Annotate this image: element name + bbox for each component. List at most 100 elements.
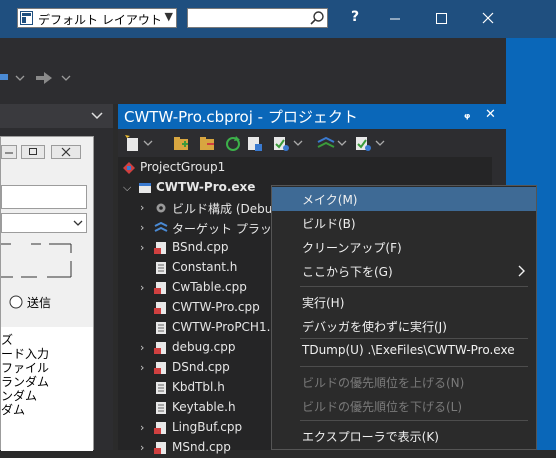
chevron-right-icon[interactable]: › [140,441,144,454]
menu-item-show-in-explorer[interactable]: エクスプローラで表示(K) [272,424,536,448]
tree-node-label: MSnd.cpp [172,440,231,454]
menu-item-make[interactable]: メイク(M) [272,187,536,211]
minimize-icon[interactable] [372,0,418,38]
remove-folder-icon [200,137,214,150]
menu-item-tdump[interactable]: TDump(U) .\ExeFiles\CWTW-Pro.exe [272,339,536,363]
layout-icon [20,11,33,25]
close-icon[interactable] [51,145,81,159]
help-button[interactable]: ? [348,9,362,27]
menu-separator [300,420,528,421]
chevron-right-icon[interactable]: › [140,281,144,294]
menu-item-lower-priority: ビルドの優先順位を下げる(L) [272,394,536,418]
cpp-file-icon [154,342,166,354]
tree-node-label: LingBuf.cpp [172,420,243,434]
menu-item-label: ビルドの優先順位を下げる(L) [302,400,463,414]
project-manager-title: CWTW-Pro.cbproj - プロジェクト [124,108,358,126]
form-designer: 送信 ズ ード入力 ファイル ランダム ンダム ダム [0,136,94,451]
menu-item-raise-priority: ビルドの優先順位を上げる(N) [272,370,536,394]
header-file-icon [156,402,166,414]
chevron-right-icon[interactable]: › [140,421,144,434]
chevron-down-icon [15,75,25,81]
tree-node-label: CWTW-Pro.exe [156,180,256,194]
project-group-icon [123,162,135,174]
tree-node-project-group[interactable]: ProjectGroup1 [118,158,506,178]
close-icon[interactable] [464,0,510,38]
cpp-file-icon [154,442,166,454]
form-group-box [1,243,72,278]
form-combobox[interactable] [1,213,87,233]
close-icon[interactable]: ✕ [485,107,496,122]
menu-item-label: ここから下を(G) [302,265,393,279]
chevron-down-icon [337,140,347,146]
chevron-down-icon[interactable]: ⌵ [123,181,131,195]
menu-item-label: TDump(U) .\ExeFiles\CWTW-Pro.exe [302,343,515,357]
chevron-right-icon[interactable]: › [140,361,144,374]
layout-select-value: デフォルト レイアウト [38,13,162,27]
menu-item-run-without-debugger[interactable]: デバッガを使わずに実行(J) [272,314,536,338]
maximize-icon[interactable] [21,145,45,159]
menu-item-label: エクスプローラで表示(K) [302,430,439,444]
menu-separator [300,286,528,287]
list-item: ダム [1,403,26,417]
form-list-box[interactable]: ズ ード入力 ファイル ランダム ンダム ダム [1,327,93,451]
cpp-file-icon [154,422,166,434]
tree-node-label: debug.cpp [172,340,236,354]
tree-node-label: ビルド構成 (Debug [172,202,280,216]
tree-node-label: CwTable.cpp [172,280,247,294]
tree-node-label: BSnd.cpp [172,240,229,254]
chevron-right-icon[interactable]: › [140,341,144,354]
options-icon [356,137,371,151]
tree-node-label: Keytable.h [172,400,236,414]
menu-item-clean[interactable]: クリーンアップ(F) [272,235,536,259]
search-input[interactable] [187,8,328,28]
minimize-icon[interactable] [1,145,17,159]
layout-select[interactable]: デフォルト レイアウト ▼ [17,8,177,28]
forward-arrow-icon [36,72,52,84]
chevron-down-icon [293,140,303,146]
platform-icon [154,221,168,232]
exe-project-icon [139,183,151,193]
tree-node-label: DSnd.cpp [172,360,230,374]
cpp-file-icon [154,362,166,374]
header-file-icon [156,322,166,334]
refresh-icon [226,136,240,151]
menu-item-run[interactable]: 実行(H) [272,290,536,314]
menu-item-label: デバッガを使わずに実行(J) [302,320,447,334]
ide-toolbar [0,38,556,104]
maximize-icon[interactable] [418,0,464,38]
tree-node-label: KbdTbl.h [172,380,225,394]
cpp-file-icon [154,242,166,254]
project-toolbar-buttons[interactable] [124,134,394,154]
chevron-down-icon[interactable] [90,110,104,122]
chevron-down-icon [143,140,153,146]
tree-node-label: CWTW-ProPCH1.h [172,320,279,334]
left-panel-header [0,104,113,128]
tree-node-label: CWTW-Pro.cpp [172,300,260,314]
menu-item-label: クリーンアップ(F) [302,241,402,255]
menu-item-label: メイク(M) [302,193,358,207]
form-radio-label: 送信 [27,296,52,310]
cpp-file-icon [154,302,166,314]
gear-icon [156,203,166,213]
tree-node-label: Constant.h [172,260,238,274]
menu-item-label: 実行(H) [302,296,345,310]
tree-node-label: ProjectGroup1 [140,160,226,174]
menu-item-from-here[interactable]: ここから下を(G) [272,259,536,283]
header-file-icon [156,262,166,274]
toolbar-marker [0,74,8,80]
chevron-down-icon[interactable]: ▼ [165,10,173,23]
chevron-down-icon [61,75,71,81]
menu-item-build[interactable]: ビルド(B) [272,211,536,235]
header-file-icon [156,382,166,394]
sync-icon [317,136,335,148]
radio-icon [9,295,23,309]
toolbar-nav-buttons[interactable] [14,70,74,86]
chevron-right-icon[interactable]: › [140,201,144,214]
chevron-right-icon[interactable]: › [140,241,144,254]
search-icon[interactable] [309,10,325,26]
chevron-right-icon[interactable]: › [140,221,144,234]
form-edit-field[interactable] [1,185,87,209]
build-config-icon [274,137,289,151]
pin-icon[interactable]: ᵩ [464,107,470,122]
chevron-right-icon [518,265,525,277]
